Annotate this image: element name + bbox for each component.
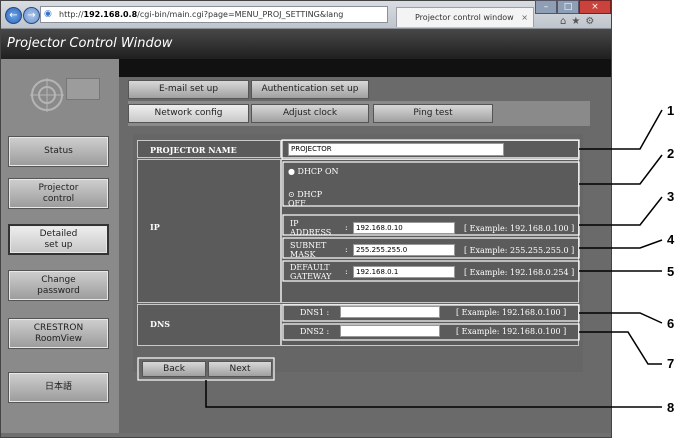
callout-line-8 (205, 380, 662, 408)
callout-line-4 (579, 239, 663, 249)
callout-box-4 (282, 237, 580, 259)
callout-box-6 (282, 304, 580, 322)
callout-number-5: 5 (667, 264, 675, 279)
callout-line-2 (579, 154, 663, 185)
callout-line-7 (579, 331, 662, 365)
callout-number-8: 8 (667, 400, 675, 415)
callout-line-1 (579, 109, 663, 150)
callout-number-6: 6 (667, 316, 675, 331)
callout-box-1 (281, 139, 580, 160)
callout-overlay (137, 109, 663, 408)
callout-box-2 (282, 161, 580, 207)
callout-number-3: 3 (667, 189, 675, 204)
callout-box-3 (282, 214, 580, 236)
callout-number-1: 1 (667, 103, 675, 118)
callout-box-7 (282, 323, 580, 341)
callout-number-7: 7 (667, 356, 675, 371)
callout-line-3 (579, 196, 663, 226)
callout-number-4: 4 (667, 232, 675, 247)
callout-box-5 (282, 260, 580, 282)
callout-line-6 (579, 312, 663, 324)
callout-box-8 (137, 357, 275, 381)
callout-number-2: 2 (667, 146, 675, 161)
